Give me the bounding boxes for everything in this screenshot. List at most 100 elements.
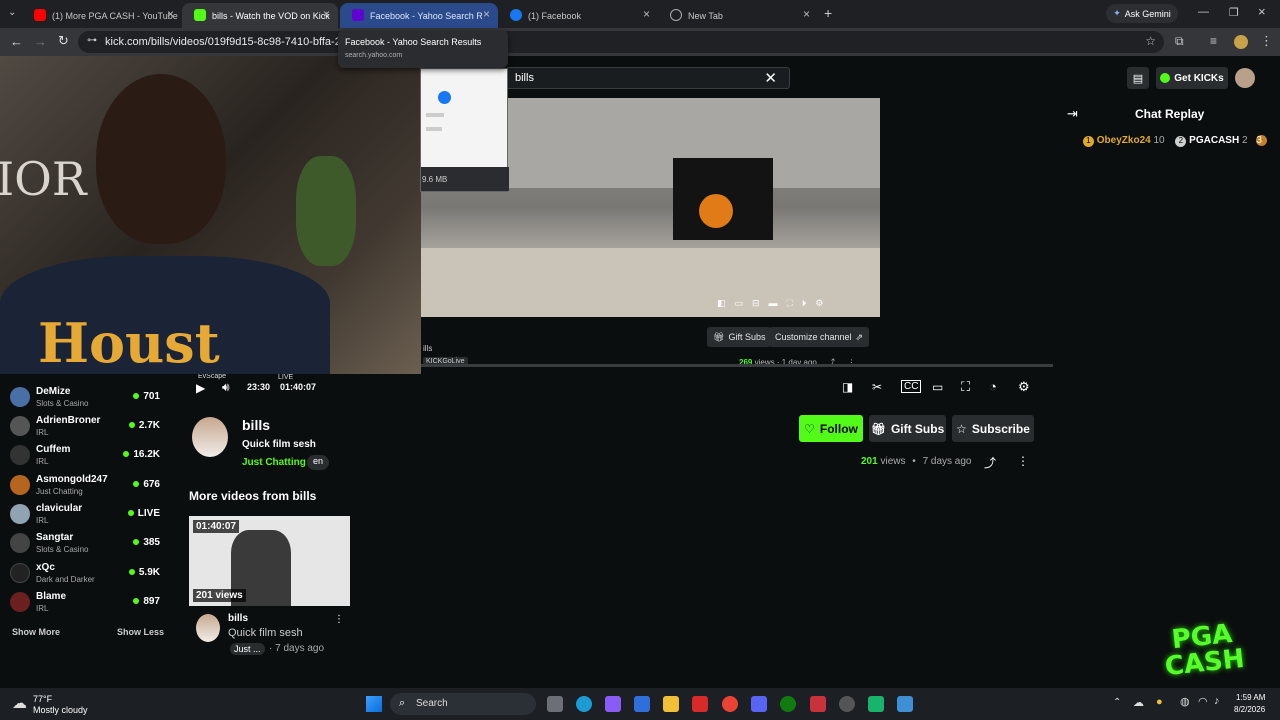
app-red-icon[interactable] (692, 696, 708, 712)
tab-yahoo[interactable]: Facebook - Yahoo Search Results × (340, 3, 498, 28)
customize-channel-button[interactable]: Customize channel ⇗ (769, 327, 870, 347)
search-input[interactable]: bills ✕ (506, 67, 790, 89)
leader-name[interactable]: ObeyZko24 (1097, 135, 1151, 146)
site-info-icon[interactable]: ⊶ (87, 35, 97, 46)
tab-search-list-icon[interactable]: ≡ (1210, 34, 1217, 48)
video-card[interactable]: 01:40:07 201 views (189, 516, 350, 606)
forward-icon[interactable]: → (34, 34, 47, 49)
video-card-avatar[interactable] (196, 614, 220, 642)
start-button[interactable] (366, 696, 382, 712)
app-blue-icon[interactable] (897, 696, 913, 712)
share-icon[interactable]: ⤴ (984, 454, 996, 471)
sidebar-item[interactable]: clavicular IRL LIVE (10, 501, 160, 527)
active-app-icon[interactable] (810, 696, 826, 712)
show-more-button[interactable]: Show More (12, 627, 60, 637)
clock-time[interactable]: 1:59 AM (1236, 693, 1265, 702)
ask-gemini-button[interactable]: ✦ Ask Gemini (1106, 4, 1178, 23)
file-explorer-icon[interactable] (663, 696, 679, 712)
clip-icon[interactable]: ✂ (872, 380, 882, 394)
sidebar-item[interactable]: Asmongold247 Just Chatting 676 (10, 472, 160, 498)
taskbar-search[interactable]: ⌕ Search (390, 693, 536, 715)
captions-icon[interactable]: CC (901, 380, 922, 393)
show-hidden-icons[interactable]: ⌃ (1113, 697, 1121, 708)
gift-subs-button[interactable]: 🎁︎ Gift Subs (707, 327, 772, 347)
task-view-icon[interactable] (547, 696, 563, 712)
tray-app-icon[interactable]: ● (1156, 696, 1163, 708)
xbox-icon[interactable] (780, 696, 796, 712)
star-icon: ☆ (956, 421, 967, 436)
volume-icon[interactable]: ♪ (1214, 695, 1220, 707)
clear-search-icon[interactable]: ✕ (764, 69, 777, 87)
close-icon[interactable]: × (167, 7, 174, 21)
sidebar-item[interactable]: AdrienBroner IRL 2.7K (10, 413, 160, 439)
tab-youtube[interactable]: (1) More PGA CASH - YouTube × (22, 3, 182, 28)
language-tag[interactable]: en (307, 455, 330, 470)
tab-facebook[interactable]: (1) Facebook × (498, 3, 658, 28)
video-card-category[interactable]: Just ... (230, 643, 265, 655)
live-dot (123, 451, 130, 457)
volume-icon[interactable]: 🔊︎ (222, 380, 230, 395)
channel-avatar[interactable] (192, 417, 228, 457)
category-link[interactable]: Just Chatting (242, 457, 306, 468)
close-icon[interactable]: × (483, 7, 490, 21)
get-kicks-button[interactable]: Get KICKs (1156, 67, 1228, 89)
app-icon[interactable] (634, 696, 650, 712)
app-icon[interactable] (839, 696, 855, 712)
network-icon[interactable]: ◍ (1180, 695, 1190, 708)
clock-date[interactable]: 8/2/2026 (1234, 705, 1265, 714)
minimize-icon[interactable]: — (1198, 6, 1209, 18)
extensions-icon[interactable]: ⧉ (1175, 34, 1184, 49)
show-less-button[interactable]: Show Less (117, 627, 164, 637)
user-avatar[interactable] (1235, 68, 1255, 88)
gift-subs-button[interactable]: 🎁︎ Gift Subs (869, 415, 946, 442)
close-icon[interactable]: × (803, 7, 810, 21)
more-options-icon[interactable]: ⋮ (1017, 454, 1029, 468)
edge-icon[interactable] (576, 696, 592, 712)
settings-icon[interactable]: ⚙ (1018, 379, 1030, 395)
play-icon[interactable]: ▶ (196, 381, 205, 395)
close-icon[interactable]: × (323, 7, 330, 21)
bookmark-star-icon[interactable]: ☆ (1145, 34, 1156, 48)
tab-search-icon[interactable]: ⌄ (8, 7, 16, 18)
gift-icon: 🎁︎ (713, 331, 725, 342)
copilot-icon[interactable] (605, 696, 621, 712)
window-close-icon[interactable]: × (1258, 4, 1266, 19)
rank-3-badge: 3 (1256, 135, 1268, 146)
browser-menu-icon[interactable]: ⋮ (1260, 33, 1273, 49)
sidebar-item[interactable]: DeMize Slots & Casino 701 (10, 384, 160, 410)
video-card-channel[interactable]: bills (228, 613, 248, 624)
profile-avatar[interactable] (1234, 35, 1248, 49)
layout-toggle-button[interactable]: ▤ (1127, 67, 1149, 89)
channel-name[interactable]: bills (242, 417, 270, 433)
wifi-icon[interactable]: ◠ (1198, 695, 1208, 708)
basketball-icon (699, 194, 733, 228)
sidebar-item[interactable]: xQc Dark and Darker 5.9K (10, 560, 160, 586)
theater-icon[interactable]: ▭ (932, 380, 943, 394)
collapse-chat-icon[interactable]: ⇥ (1067, 106, 1078, 122)
subscribe-button[interactable]: ☆ Subscribe (952, 415, 1034, 442)
address-bar[interactable]: ⊶ kick.com/bills/videos/019f9d15-8c98-74… (78, 31, 1164, 53)
restore-icon[interactable]: ❐ (1229, 6, 1239, 19)
mini-player-icon[interactable]: ◨ (842, 380, 853, 394)
leader-name[interactable]: PGACASH (1189, 135, 1239, 146)
live-dot (133, 539, 140, 545)
sidebar-item[interactable]: Blame IRL 897 (10, 589, 160, 615)
tab-kick[interactable]: bills - Watch the VOD on Kick × (182, 3, 338, 28)
new-tab-icon[interactable]: + (824, 5, 832, 21)
close-icon[interactable]: × (643, 7, 650, 21)
video-card-menu-icon[interactable]: ⋮ (334, 614, 344, 625)
fullscreen-icon[interactable]: ⛶ (961, 379, 970, 395)
chrome-icon[interactable] (722, 696, 738, 712)
back-icon[interactable]: ← (10, 34, 23, 49)
tray-app-icon[interactable]: ☁ (1133, 696, 1144, 709)
sidebar-item[interactable]: Sangtar Slots & Casino 385 (10, 530, 160, 556)
discord-icon[interactable] (751, 696, 767, 712)
speed-icon[interactable]: ◔ (989, 379, 997, 394)
sidebar-item[interactable]: Cuffem IRL 16.2K (10, 442, 160, 468)
follow-button[interactable]: ♡ Follow (799, 415, 863, 442)
duration: 01:40:07 (280, 382, 317, 392)
tab-new-tab[interactable]: New Tab × (658, 3, 818, 28)
reload-icon[interactable]: ↻ (58, 33, 69, 49)
weather-widget[interactable]: ☁ 77°F Mostly cloudy (10, 691, 130, 717)
app-green-icon[interactable] (868, 696, 884, 712)
